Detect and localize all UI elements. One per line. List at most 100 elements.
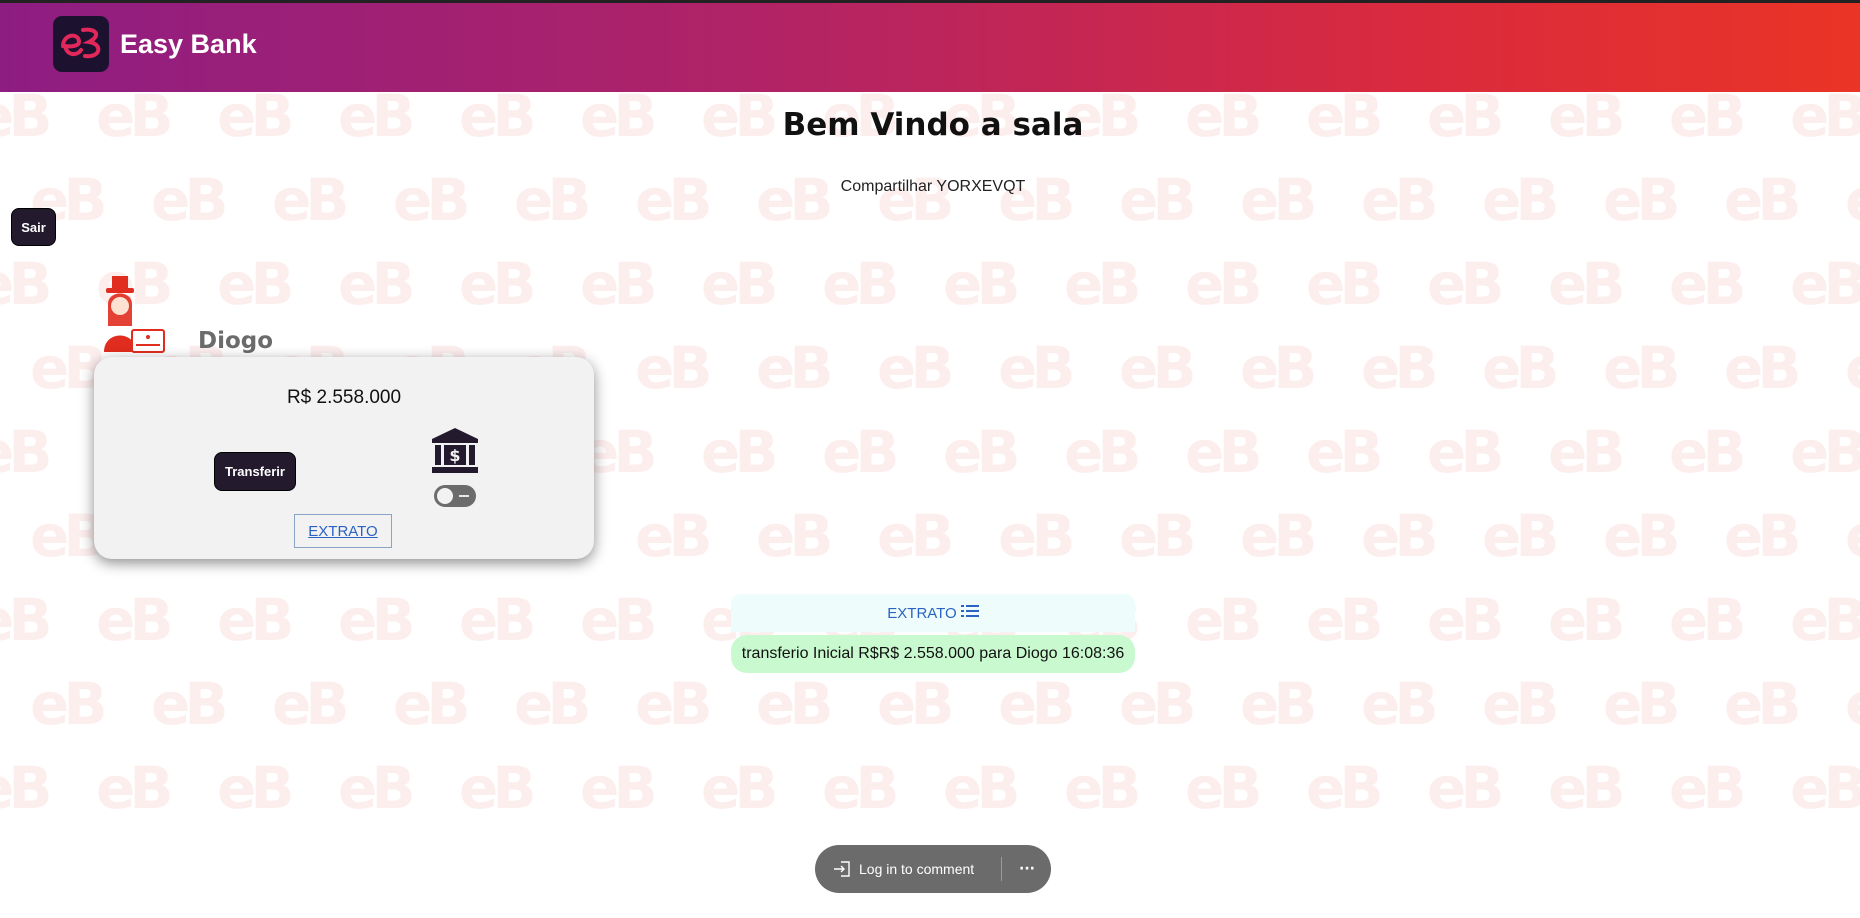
account-balance: R$ 2.558.000	[286, 387, 402, 408]
watermark-logo: eB	[701, 250, 779, 318]
watermark-logo: eB	[1427, 754, 1505, 822]
watermark-logo: eB	[1185, 754, 1263, 822]
watermark-logo: eB	[1064, 418, 1142, 486]
watermark-logo: eB	[1361, 502, 1439, 570]
watermark-logo: eB	[217, 754, 295, 822]
watermark-logo: eB	[1603, 502, 1681, 570]
watermark-logo: eB	[1548, 250, 1626, 318]
watermark-logo: eB	[1064, 250, 1142, 318]
ledger-header-label: EXTRATO	[887, 604, 957, 622]
ledger-header[interactable]: EXTRATO	[731, 594, 1135, 632]
eb-logo-icon[interactable]	[53, 16, 109, 72]
watermark-logo: eB	[1724, 166, 1802, 234]
watermark-logo: eB	[1845, 502, 1860, 570]
watermark-logo: eB	[393, 670, 471, 738]
player-name: Diogo	[198, 328, 274, 354]
watermark-logo: eB	[701, 418, 779, 486]
watermark-logo: eB	[0, 586, 53, 654]
exit-button[interactable]: Sair	[11, 208, 56, 246]
login-to-comment-button[interactable]: Log in to comment	[833, 845, 974, 893]
watermark-logo: eB	[1240, 334, 1318, 402]
watermark-logo: eB	[1306, 754, 1384, 822]
watermark-logo: eB	[701, 754, 779, 822]
ledger-entry: transferio Inicial R$R$ 2.558.000 para D…	[731, 635, 1135, 673]
watermark-logo: eB	[0, 754, 53, 822]
watermark-logo: eB	[1548, 418, 1626, 486]
watermark-logo: eB	[151, 670, 229, 738]
watermark-logo: eB	[0, 250, 53, 318]
watermark-logo: eB	[1669, 418, 1747, 486]
watermark-logo: eB	[635, 502, 713, 570]
watermark-logo: eB	[756, 502, 834, 570]
watermark-logo: eB	[877, 166, 955, 234]
toggle-off-indicator	[459, 495, 469, 497]
watermark-logo: eB	[0, 418, 53, 486]
watermark-logo: eB	[1724, 502, 1802, 570]
app-name: Easy Bank	[120, 29, 257, 59]
watermark-logo: eB	[338, 586, 416, 654]
watermark-logo: eB	[1185, 418, 1263, 486]
watermark-logo: eB	[1240, 166, 1318, 234]
watermark-logo: eB	[1119, 670, 1197, 738]
watermark-logo: eB	[1482, 334, 1560, 402]
watermark-logo: eB	[1361, 166, 1439, 234]
watermark-logo: eB	[943, 754, 1021, 822]
watermark-logo: eB	[877, 502, 955, 570]
bank-icon[interactable]: $	[430, 427, 480, 479]
watermark-logo: eB	[151, 166, 229, 234]
list-icon	[960, 604, 979, 622]
watermark-logo: eB	[393, 166, 471, 234]
statement-link[interactable]: EXTRATO	[294, 514, 392, 548]
share-room-code[interactable]: Compartilhar YORXEVQT	[0, 178, 1860, 196]
watermark-logo: eB	[1306, 586, 1384, 654]
svg-text:$: $	[449, 446, 460, 465]
watermark-logo: eB	[1064, 754, 1142, 822]
banker-avatar-icon	[100, 274, 166, 358]
watermark-logo: eB	[217, 250, 295, 318]
watermark-logo: eB	[1669, 754, 1747, 822]
watermark-logo: eB	[822, 250, 900, 318]
watermark-logo: eB	[1306, 418, 1384, 486]
watermark-logo: eB	[1548, 586, 1626, 654]
watermark-logo: eB	[1361, 334, 1439, 402]
watermark-logo: eB	[514, 166, 592, 234]
bank-toggle-switch[interactable]	[434, 485, 476, 507]
watermark-logo: eB	[998, 334, 1076, 402]
watermark-row: eBeBeBeBeBeBeBeBeBeBeBeBeBeBeBeBeB	[30, 670, 1860, 738]
watermark-logo: eB	[1361, 670, 1439, 738]
watermark-logo: eB	[1240, 670, 1318, 738]
watermark-logo: eB	[1185, 586, 1263, 654]
watermark-logo: eB	[1669, 250, 1747, 318]
watermark-logo: eB	[635, 334, 713, 402]
watermark-logo: eB	[1119, 166, 1197, 234]
watermark-logo: eB	[635, 166, 713, 234]
watermark-logo: eB	[998, 502, 1076, 570]
room-title: Bem Vindo a sala	[782, 107, 1084, 143]
more-options-button[interactable]: ···	[1011, 845, 1043, 893]
watermark-logo: eB	[1790, 754, 1860, 822]
watermark-row: eBeBeBeBeBeBeBeBeBeBeBeBeBeBeBeBeB	[0, 754, 1860, 822]
watermark-logo: eB	[1482, 166, 1560, 234]
top-navigation-bar: Easy Bank	[0, 0, 1860, 92]
watermark-logo: eB	[877, 670, 955, 738]
watermark-logo: eB	[96, 754, 174, 822]
watermark-logo: eB	[998, 670, 1076, 738]
comment-bar: Log in to comment ···	[815, 845, 1051, 893]
watermark-logo: eB	[1669, 586, 1747, 654]
watermark-logo: eB	[998, 166, 1076, 234]
watermark-logo: eB	[1790, 418, 1860, 486]
watermark-logo: eB	[756, 670, 834, 738]
watermark-logo: eB	[217, 586, 295, 654]
login-to-comment-label: Log in to comment	[859, 861, 975, 877]
transfer-button[interactable]: Transferir	[214, 452, 296, 491]
watermark-logo: eB	[338, 250, 416, 318]
watermark-logo: eB	[1482, 502, 1560, 570]
watermark-logo: eB	[96, 586, 174, 654]
watermark-logo: eB	[756, 166, 834, 234]
watermark-logo: eB	[943, 418, 1021, 486]
watermark-logo: eB	[580, 754, 658, 822]
watermark-logo: eB	[1427, 586, 1505, 654]
watermark-logo: eB	[943, 250, 1021, 318]
watermark-logo: eB	[1427, 250, 1505, 318]
watermark-logo: eB	[1306, 250, 1384, 318]
